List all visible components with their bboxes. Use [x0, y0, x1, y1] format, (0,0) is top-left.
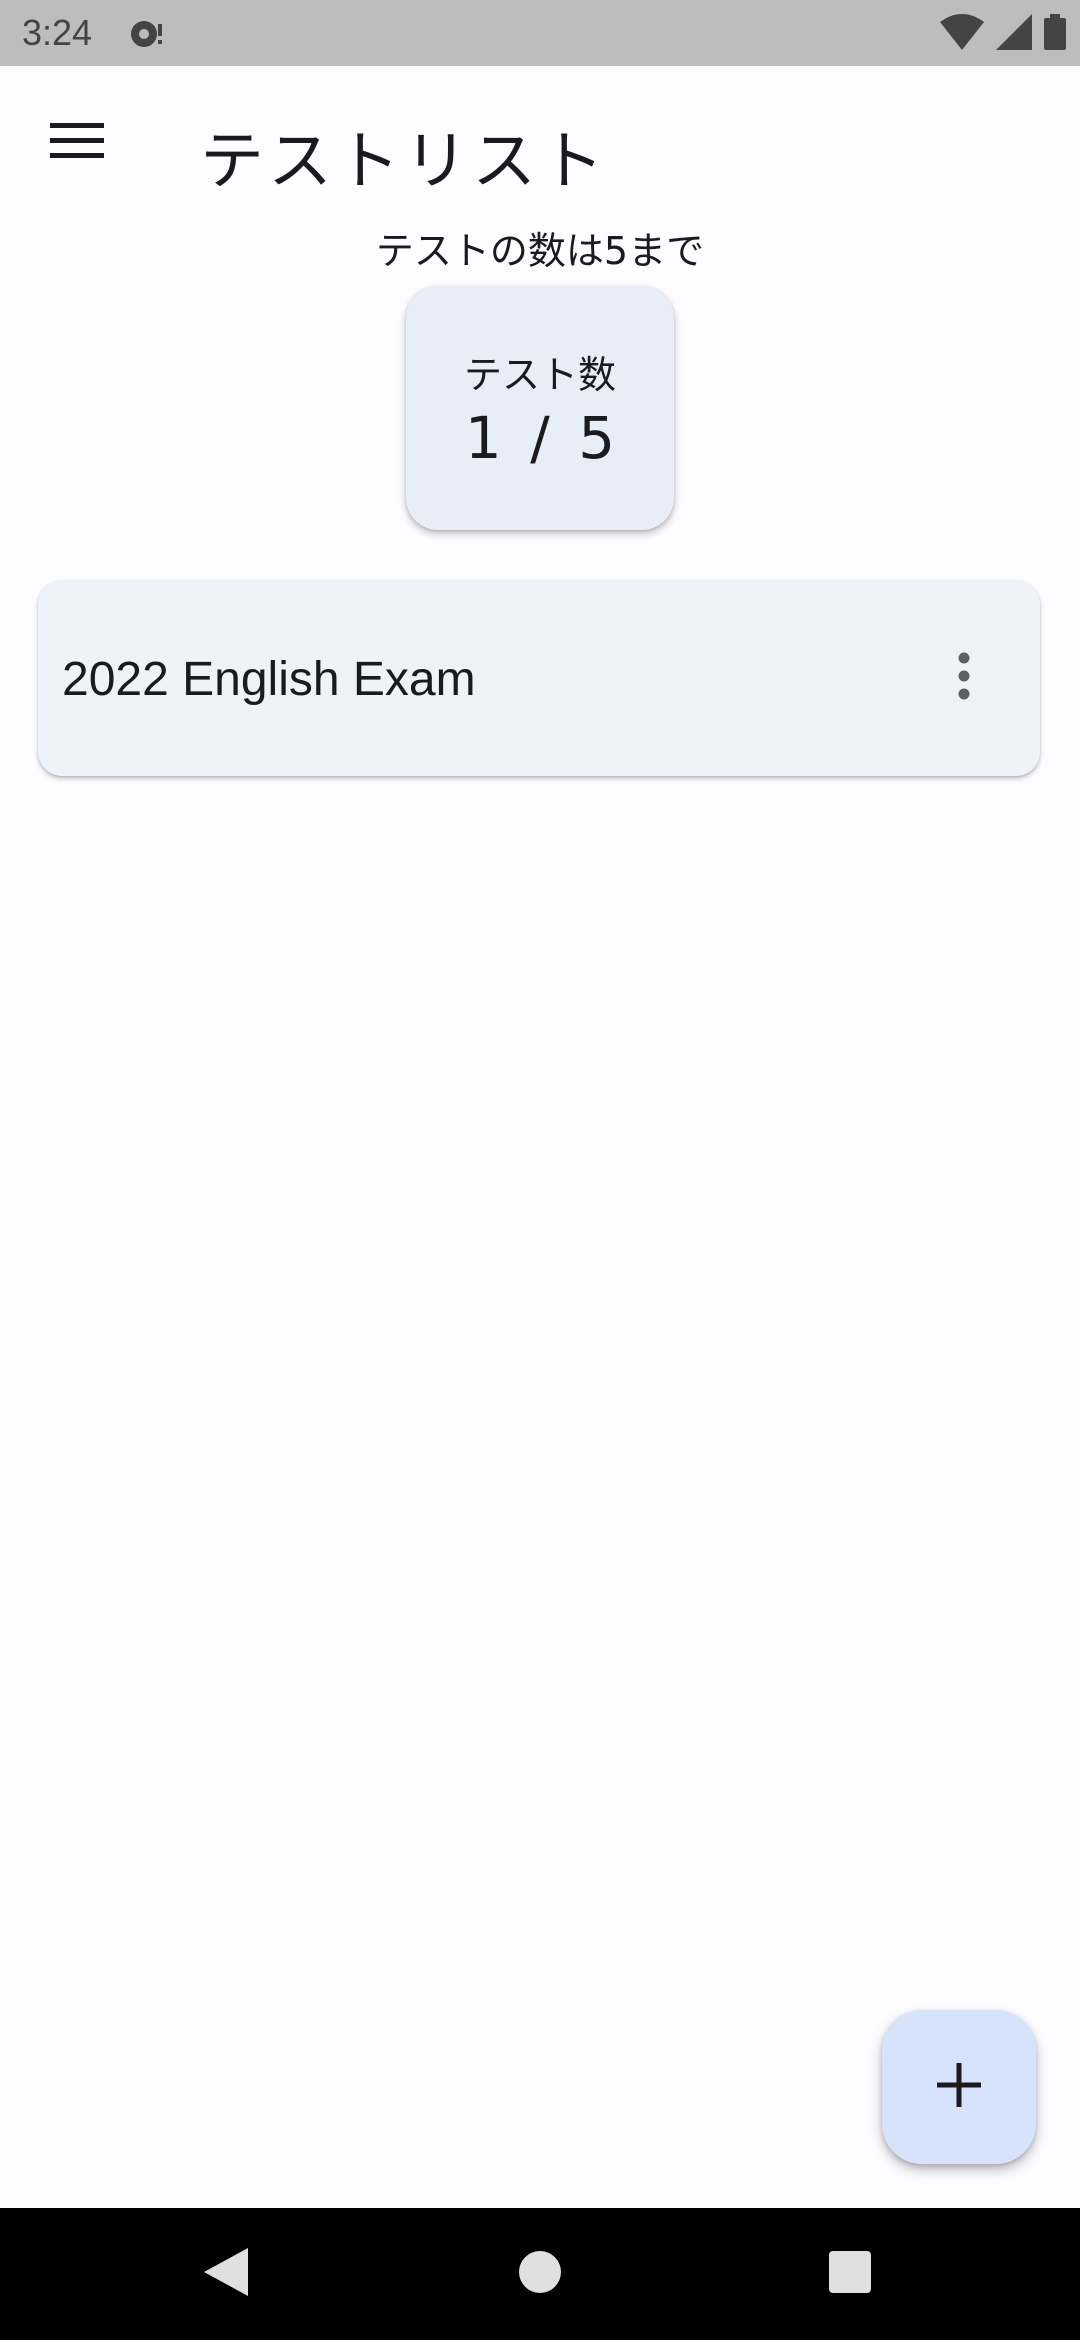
back-icon [204, 2248, 248, 2300]
battery-icon [1044, 14, 1066, 54]
recents-icon [829, 2251, 871, 2297]
add-test-button[interactable] [882, 2010, 1036, 2164]
signal-icon [996, 14, 1032, 54]
app-bar: テストリスト [0, 66, 1080, 226]
navigation-bar [0, 2208, 1080, 2340]
test-list-item[interactable]: 2022 English Exam [38, 580, 1040, 776]
notification-icon [128, 16, 168, 56]
page-title: テストリスト [200, 125, 608, 199]
status-icons [940, 14, 1066, 54]
back-button[interactable] [196, 2244, 256, 2304]
wifi-icon [940, 14, 984, 54]
hamburger-menu-icon [50, 121, 104, 165]
home-icon [518, 2250, 562, 2298]
test-count-value: 1 / 5 [464, 404, 616, 472]
limit-notice: テストの数は5まで [375, 229, 705, 273]
add-icon [937, 2063, 981, 2111]
test-options-button[interactable] [916, 630, 1012, 726]
menu-button[interactable] [40, 106, 114, 180]
test-count-card: テスト数 1 / 5 [406, 286, 674, 530]
status-bar: 3:24 [0, 0, 1080, 66]
status-time: 3:24 [22, 12, 93, 53]
more-vert-icon [956, 652, 972, 704]
test-count-label: テスト数 [463, 353, 616, 397]
recents-button[interactable] [820, 2244, 880, 2304]
test-name: 2022 English Exam [62, 653, 476, 706]
home-button[interactable] [510, 2244, 570, 2304]
